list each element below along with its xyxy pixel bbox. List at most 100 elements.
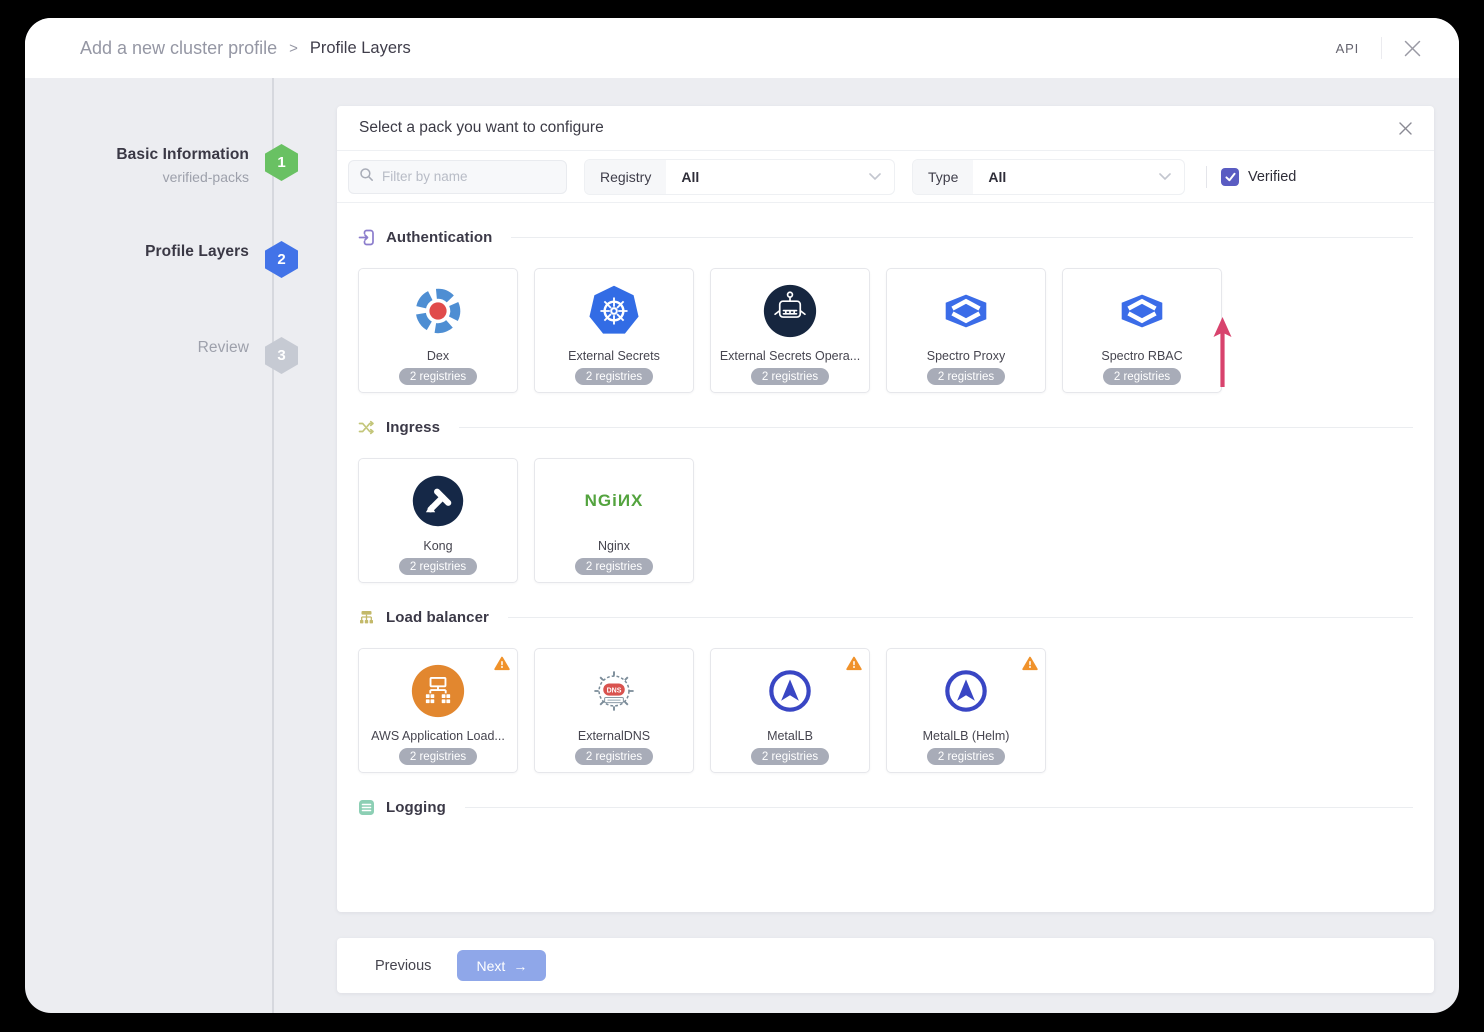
registries-badge: 2 registries bbox=[575, 748, 653, 765]
arrow-right-icon: → bbox=[513, 958, 527, 974]
registry-select[interactable]: Registry All bbox=[584, 159, 895, 195]
warning-icon bbox=[494, 656, 510, 676]
step-number-badge: 1 bbox=[265, 144, 298, 181]
metallb-logo bbox=[938, 662, 994, 720]
step-profile-layers[interactable]: Profile Layers 2 bbox=[145, 241, 298, 278]
pack-card-spectro-rbac[interactable]: Spectro RBAC 2 registries bbox=[1062, 268, 1222, 393]
pack-card-external-secrets-operator[interactable]: External Secrets Opera... 2 registries bbox=[710, 268, 870, 393]
api-button[interactable]: API bbox=[1336, 41, 1359, 56]
section-rule bbox=[459, 427, 1413, 428]
aws-alb-logo bbox=[410, 662, 466, 720]
breadcrumb-current: Profile Layers bbox=[310, 39, 411, 58]
authentication-cards: Dex 2 registries External Secrets 2 regi… bbox=[358, 268, 1413, 393]
section-logging: Logging bbox=[358, 799, 1413, 816]
close-panel-icon[interactable] bbox=[1399, 122, 1412, 135]
step-label: Basic Information bbox=[116, 146, 249, 164]
stepper: Basic Information verified-packs 1 Profi… bbox=[25, 78, 337, 1013]
dex-logo bbox=[409, 282, 467, 340]
pack-card-externaldns[interactable]: DNS ExternalDNS 2 registries bbox=[534, 648, 694, 773]
registries-badge: 2 registries bbox=[399, 368, 477, 385]
registries-badge: 2 registries bbox=[575, 558, 653, 575]
list-icon bbox=[358, 799, 375, 816]
breadcrumb: Add a new cluster profile > Profile Laye… bbox=[80, 38, 411, 59]
login-icon bbox=[358, 229, 375, 246]
step-sublabel: verified-packs bbox=[116, 169, 249, 185]
registries-badge: 2 registries bbox=[927, 748, 1005, 765]
step-review[interactable]: Review 3 bbox=[198, 337, 298, 374]
external-secrets-operator-logo bbox=[762, 282, 818, 340]
previous-button[interactable]: Previous bbox=[375, 958, 431, 974]
metallb-logo bbox=[762, 662, 818, 720]
section-rule bbox=[465, 807, 1413, 808]
pack-card-kong[interactable]: Kong 2 registries bbox=[358, 458, 518, 583]
registries-badge: 2 registries bbox=[399, 558, 477, 575]
filter-divider bbox=[1206, 166, 1207, 188]
type-value: All bbox=[973, 169, 1159, 185]
pack-card-dex[interactable]: Dex 2 registries bbox=[358, 268, 518, 393]
checkbox-checked-icon[interactable] bbox=[1221, 168, 1239, 186]
pack-card-external-secrets[interactable]: External Secrets 2 registries bbox=[534, 268, 694, 393]
warning-icon bbox=[1022, 656, 1038, 676]
shuffle-icon bbox=[358, 419, 375, 436]
registries-badge: 2 registries bbox=[751, 368, 829, 385]
pack-card-nginx[interactable]: NGiИX Nginx 2 registries bbox=[534, 458, 694, 583]
annotation-arrow-icon bbox=[1212, 317, 1233, 394]
pack-card-aws-application-load-balancer[interactable]: AWS Application Load... 2 registries bbox=[358, 648, 518, 773]
nginx-logo: NGiИX bbox=[585, 472, 644, 530]
topbar-actions: API bbox=[1336, 37, 1421, 59]
search-box[interactable] bbox=[348, 160, 567, 194]
warning-icon bbox=[846, 656, 862, 676]
content-area: Basic Information verified-packs 1 Profi… bbox=[25, 78, 1459, 1013]
load-balancer-cards: AWS Application Load... 2 registries DNS… bbox=[358, 648, 1413, 773]
step-number-badge: 2 bbox=[265, 241, 298, 278]
svg-text:DNS: DNS bbox=[607, 688, 622, 695]
topbar-divider bbox=[1381, 37, 1382, 59]
pack-sections: Authentication Dex 2 registries bbox=[337, 229, 1434, 816]
type-select[interactable]: Type All bbox=[912, 159, 1185, 195]
verified-checkbox[interactable]: Verified bbox=[1221, 168, 1296, 186]
topbar: Add a new cluster profile > Profile Laye… bbox=[25, 18, 1459, 78]
section-load-balancer: Load balancer bbox=[358, 609, 1413, 626]
pack-selection-panel: Select a pack you want to configure Regi… bbox=[337, 106, 1434, 912]
load-balancer-icon bbox=[358, 609, 375, 626]
search-input[interactable] bbox=[382, 169, 556, 184]
step-basic-information[interactable]: Basic Information verified-packs 1 bbox=[116, 144, 298, 185]
close-window-icon[interactable] bbox=[1404, 40, 1421, 57]
breadcrumb-parent[interactable]: Add a new cluster profile bbox=[80, 38, 277, 59]
pack-card-metallb-helm[interactable]: MetalLB (Helm) 2 registries bbox=[886, 648, 1046, 773]
type-label: Type bbox=[913, 160, 973, 194]
registries-badge: 2 registries bbox=[1103, 368, 1181, 385]
section-ingress: Ingress bbox=[358, 419, 1413, 436]
external-secrets-logo bbox=[586, 282, 642, 340]
step-number-badge: 3 bbox=[265, 337, 298, 374]
ingress-cards: Kong 2 registries NGiИX Nginx 2 registri… bbox=[358, 458, 1413, 583]
stepper-connector-line bbox=[272, 78, 274, 1013]
panel-header: Select a pack you want to configure bbox=[337, 106, 1434, 151]
registries-badge: 2 registries bbox=[927, 368, 1005, 385]
section-rule bbox=[511, 237, 1413, 238]
step-label: Review bbox=[198, 339, 249, 357]
filter-row: Registry All Type All bbox=[337, 151, 1434, 203]
breadcrumb-separator: > bbox=[289, 40, 298, 57]
registries-badge: 2 registries bbox=[575, 368, 653, 385]
footer-actions: Previous Next → bbox=[337, 938, 1434, 993]
step-label: Profile Layers bbox=[145, 243, 249, 261]
section-rule bbox=[508, 617, 1413, 618]
pack-card-spectro-proxy[interactable]: Spectro Proxy 2 registries bbox=[886, 268, 1046, 393]
externaldns-logo: DNS bbox=[586, 662, 642, 720]
pack-card-metallb[interactable]: MetalLB 2 registries bbox=[710, 648, 870, 773]
app-window: Add a new cluster profile > Profile Laye… bbox=[25, 18, 1459, 1013]
section-authentication: Authentication bbox=[358, 229, 1413, 246]
chevron-down-icon bbox=[1159, 173, 1184, 181]
search-icon bbox=[359, 167, 374, 187]
registry-value: All bbox=[666, 169, 869, 185]
registries-badge: 2 registries bbox=[751, 748, 829, 765]
chevron-down-icon bbox=[869, 173, 894, 181]
panel-title: Select a pack you want to configure bbox=[359, 119, 604, 137]
next-button[interactable]: Next → bbox=[457, 950, 546, 981]
kong-logo bbox=[410, 472, 466, 530]
spectro-logo bbox=[1113, 282, 1171, 340]
registry-label: Registry bbox=[585, 160, 666, 194]
spectro-logo bbox=[937, 282, 995, 340]
verified-label: Verified bbox=[1248, 169, 1296, 185]
